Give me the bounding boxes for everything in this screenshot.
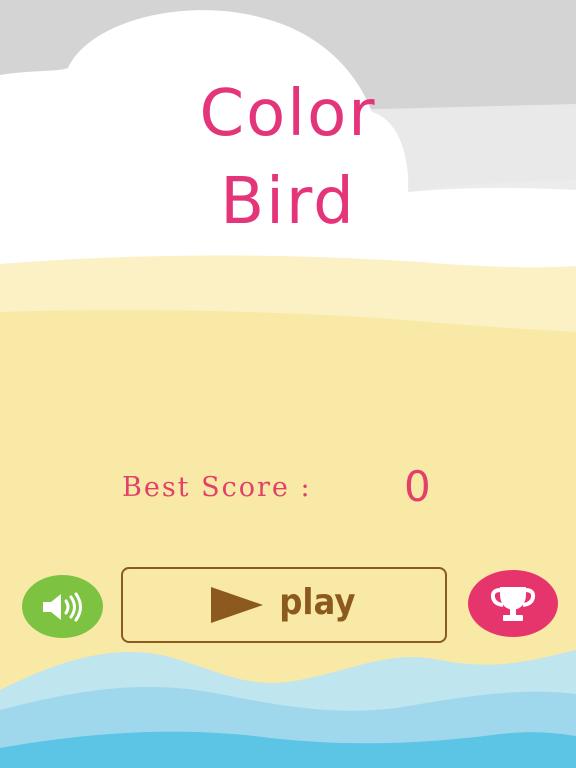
play-label: play [278,582,356,623]
play-button[interactable]: play [121,567,447,643]
play-button-content: play [209,585,360,625]
game-scene: Color Bird Best Score : 0 play [0,0,576,768]
best-score-label: Best Score : [122,472,312,503]
game-title-line-1: Color [199,77,377,151]
trophy-icon [490,584,536,624]
game-title-line-2: Bird [220,165,356,239]
play-triangle-icon [209,585,265,625]
best-score-value: 0 [404,462,431,511]
sound-toggle-button[interactable] [22,575,103,638]
speaker-sound-icon [39,592,87,622]
leaderboard-button[interactable] [468,570,558,637]
